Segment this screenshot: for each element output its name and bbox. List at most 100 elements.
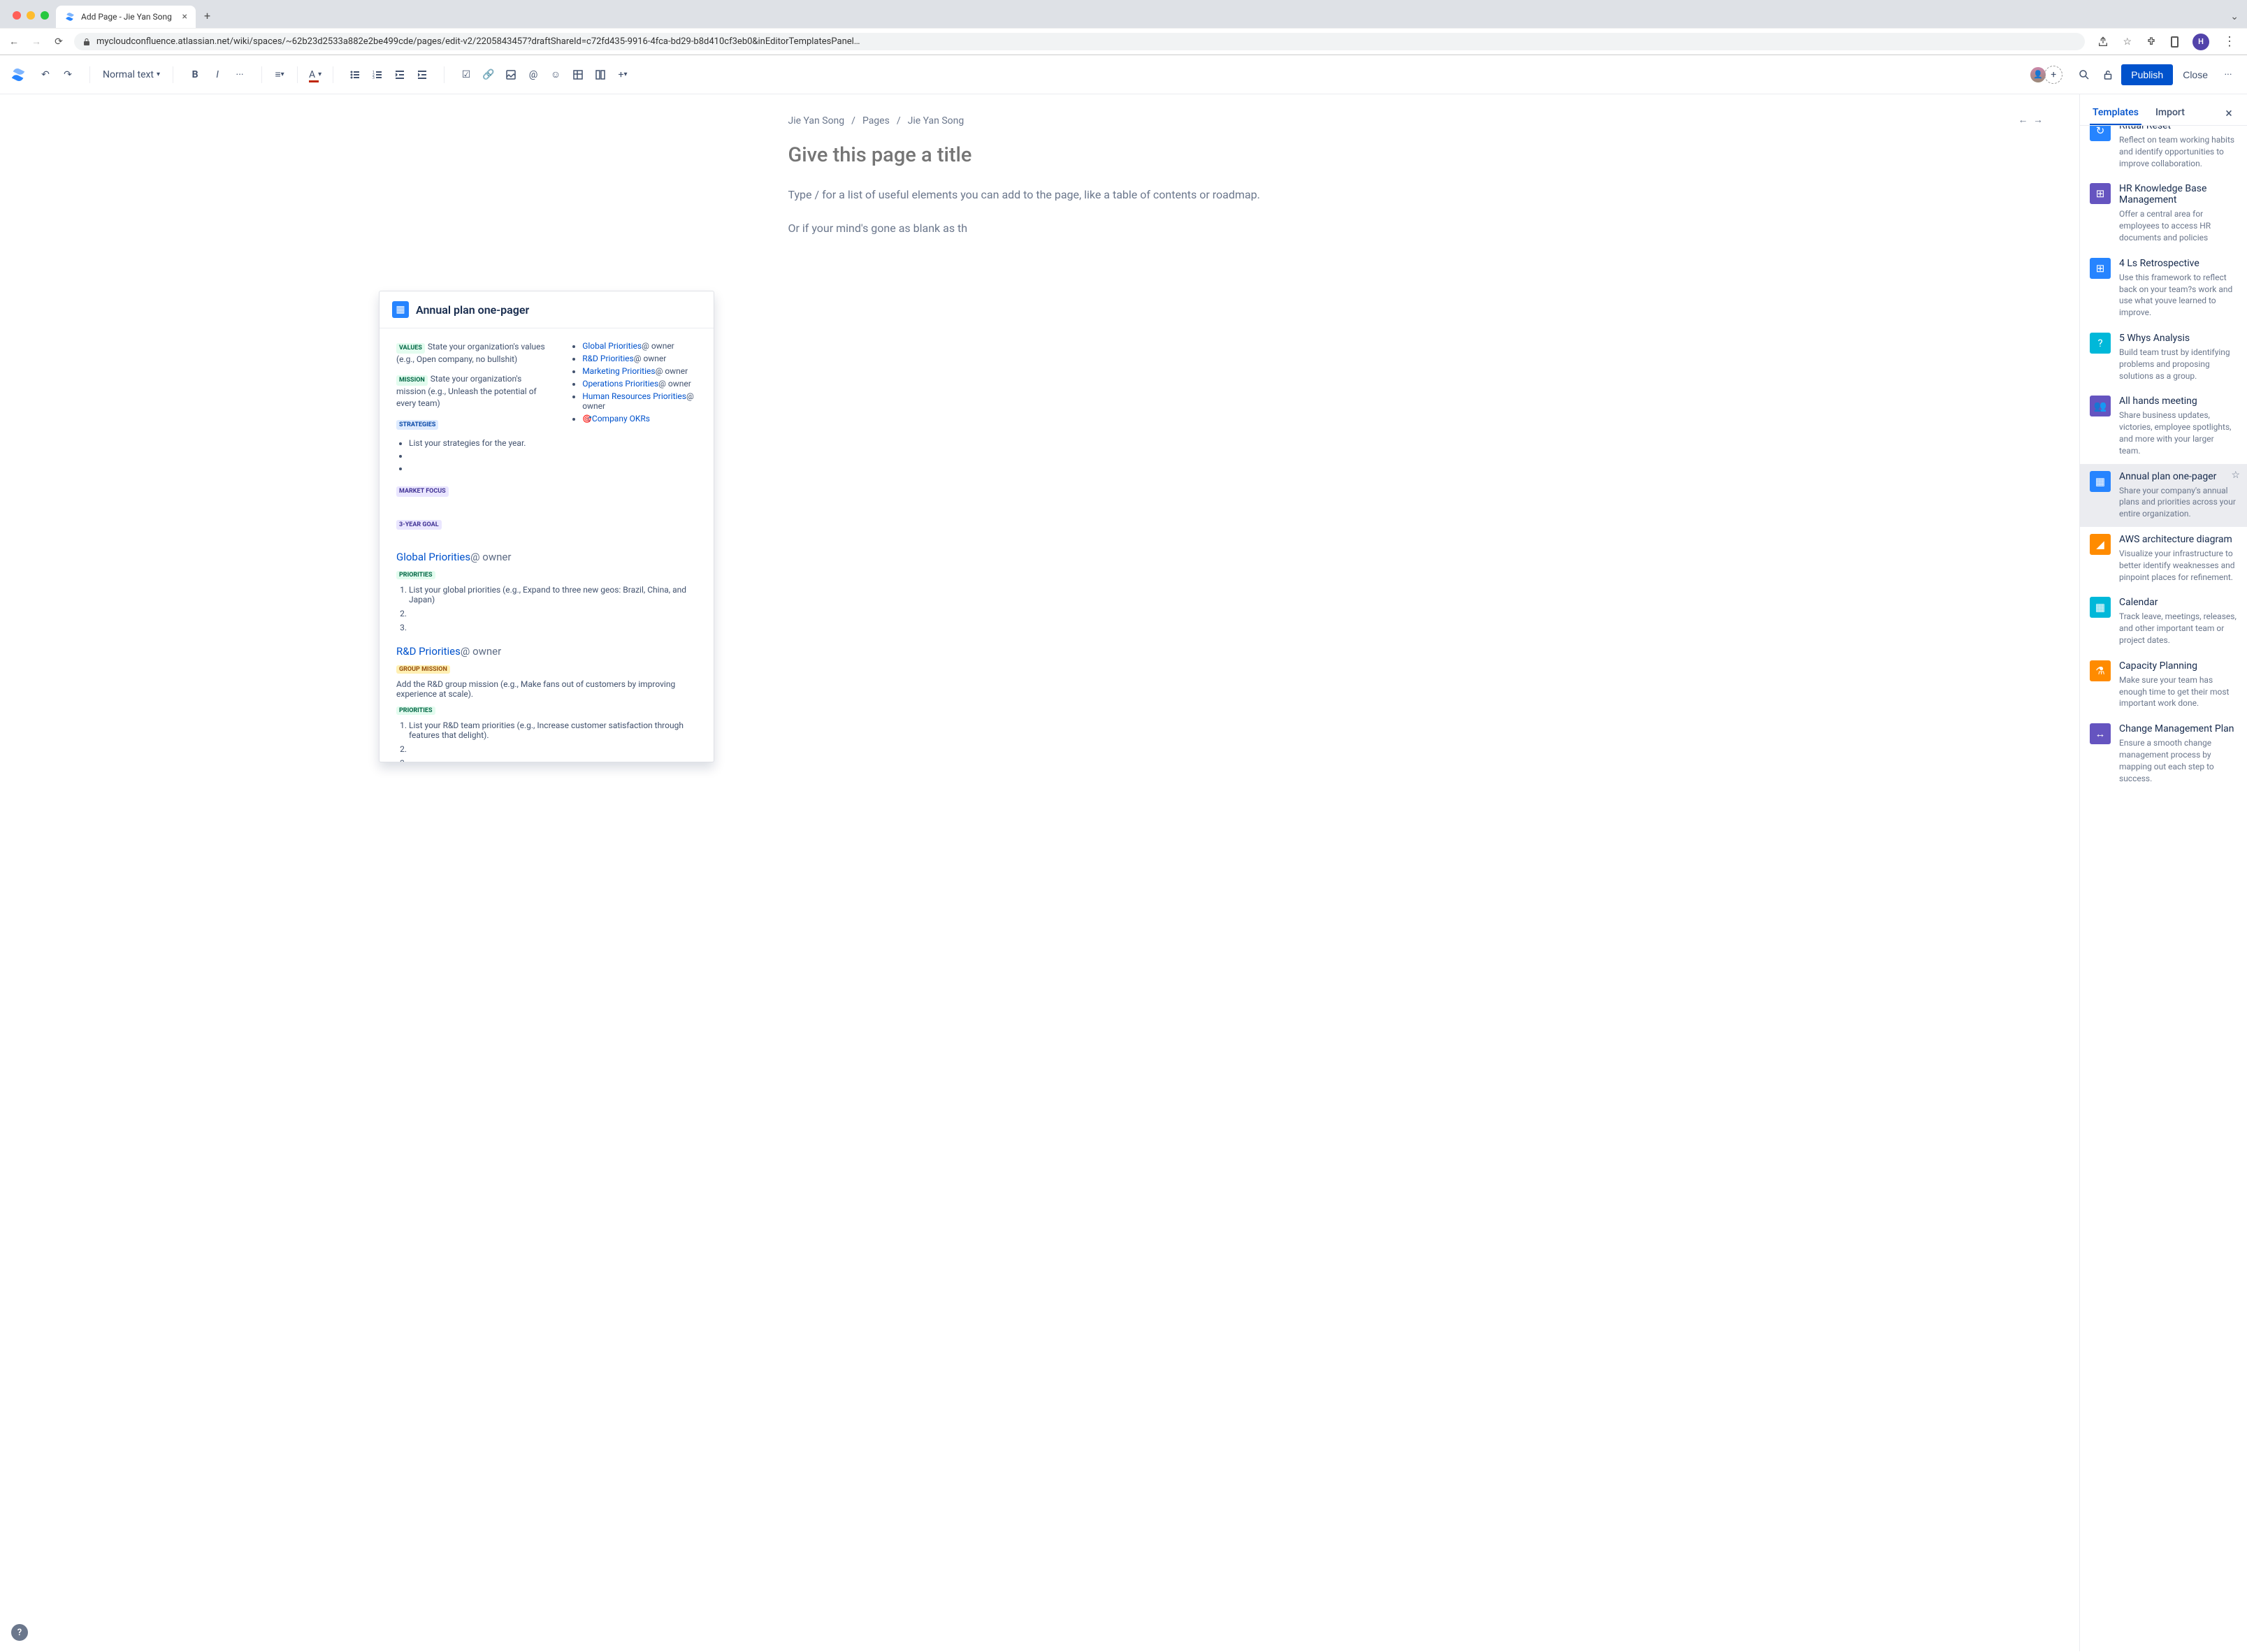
template-title: HR Knowledge Base Management [2119,183,2237,205]
tab-chevron-icon[interactable]: ⌄ [2222,6,2247,28]
template-item[interactable]: ? 5 Whys Analysis Build team trust by id… [2080,326,2247,389]
market-lozenge: MARKET FOCUS [396,486,449,497]
strategies-lozenge: STRATEGIES [396,420,438,430]
insert-more-button[interactable]: + ▾ [612,64,633,85]
lock-icon [82,38,91,46]
numbered-list-button[interactable]: 123 [367,64,388,85]
editor-pane: ← → Jie Yan Song / Pages / Jie Yan Song … [0,94,2079,1651]
breadcrumb-item[interactable]: Pages [862,115,890,126]
preview-link[interactable]: Company OKRs [592,414,650,423]
template-icon: ⊞ [2090,183,2111,204]
template-description: Make sure your team has enough time to g… [2119,674,2237,709]
editor-toolbar: ↶ ↷ Normal text ▾ B I ··· ≡ ▾ A▾ 123 ☑ 🔗… [0,55,2247,94]
page-width-toggle[interactable]: ← → [2018,114,2044,126]
breadcrumb-item[interactable]: Jie Yan Song [788,115,845,126]
template-description: Use this framework to reflect back on yo… [2119,272,2237,319]
layouts-button[interactable] [590,64,611,85]
align-dropdown[interactable]: ≡ ▾ [269,64,290,85]
close-window[interactable] [13,11,21,20]
template-icon: ▦ [2090,597,2111,618]
help-button[interactable]: ? [11,1624,28,1641]
template-item[interactable]: ↻ Ritual Reset Reflect on team working h… [2080,126,2247,176]
preview-link[interactable]: Marketing Priorities [582,366,655,376]
tab-import[interactable]: Import [2153,101,2188,125]
star-icon[interactable]: ☆ [2231,470,2240,481]
bookmark-star-icon[interactable]: ☆ [2123,36,2132,48]
reload-button[interactable]: ⟳ [52,36,66,48]
url-bar[interactable]: mycloudconfluence.atlassian.net/wiki/spa… [74,33,2085,50]
back-button[interactable]: ← [7,36,21,48]
template-description: Reflect on team working habits and ident… [2119,134,2237,169]
action-item-button[interactable]: ☑ [456,64,477,85]
template-item[interactable]: ⊞ HR Knowledge Base Management Offer a c… [2080,176,2247,250]
template-description: Offer a central area for employees to ac… [2119,208,2237,243]
breadcrumb: Jie Yan Song / Pages / Jie Yan Song [788,115,1292,126]
undo-button[interactable]: ↶ [35,64,56,85]
main-area: ← → Jie Yan Song / Pages / Jie Yan Song … [0,94,2247,1651]
window-controls [6,3,56,28]
emoji-button[interactable]: ☺ [545,64,566,85]
bold-button[interactable]: B [185,64,205,85]
template-icon: ↔ [2090,723,2111,744]
text-color-button[interactable]: A▾ [305,64,326,85]
preview-link[interactable]: Global Priorities [582,341,642,351]
redo-button[interactable]: ↷ [57,64,78,85]
template-item[interactable]: ▦ Annual plan one-pager Share your compa… [2080,464,2247,527]
maximize-window[interactable] [41,11,49,20]
profile-avatar[interactable]: H [2192,34,2209,50]
tab-templates[interactable]: Templates [2090,101,2141,125]
chrome-menu-icon[interactable]: ⋮ [2223,34,2236,49]
image-button[interactable] [500,64,521,85]
close-tab-icon[interactable]: × [182,11,187,22]
templates-panel: Templates Import × ↻ Ritual Reset Reflec… [2079,94,2247,1651]
page-title-input[interactable] [788,143,1292,167]
publish-button[interactable]: Publish [2121,64,2173,85]
template-description: Build team trust by identifying problems… [2119,347,2237,382]
template-icon: 👥 [2090,396,2111,416]
confluence-logo-icon[interactable] [8,65,28,85]
table-button[interactable] [568,64,588,85]
template-item[interactable]: ⚗ Capacity Planning Make sure your team … [2080,653,2247,716]
template-item[interactable]: ⊞ 4 Ls Retrospective Use this framework … [2080,251,2247,326]
new-tab-button[interactable]: + [196,3,219,28]
template-item[interactable]: ↔ Change Management Plan Ensure a smooth… [2080,716,2247,791]
indent-button[interactable] [412,64,433,85]
template-icon: ◢ [2090,534,2111,555]
restrictions-button[interactable] [2097,64,2118,85]
side-panel-icon[interactable] [2171,36,2179,48]
template-title: AWS architecture diagram [2119,534,2237,545]
mention-button[interactable]: @ [523,64,544,85]
italic-button[interactable]: I [207,64,228,85]
share-icon[interactable] [2097,36,2109,48]
preview-link[interactable]: R&D Priorities [582,354,634,363]
editor-hint: Or if your mind's gone as blank as th [788,220,1292,237]
template-item[interactable]: ◢ AWS architecture diagram Visualize you… [2080,527,2247,590]
more-formatting-button[interactable]: ··· [229,64,250,85]
bullet-list-button[interactable] [345,64,366,85]
template-icon: ↻ [2090,126,2111,141]
preview-link[interactable]: Human Resources Priorities [582,391,686,401]
browser-actions: ☆ H ⋮ [2093,34,2240,50]
template-item[interactable]: 👥 All hands meeting Share business updat… [2080,389,2247,463]
preview-title: Annual plan one-pager [416,303,529,317]
preview-link[interactable]: Operations Priorities [582,379,658,389]
template-item[interactable]: ▦ Calendar Track leave, meetings, releas… [2080,590,2247,653]
minimize-window[interactable] [27,11,35,20]
more-actions-button[interactable]: ··· [2218,64,2239,85]
close-button[interactable]: Close [2176,64,2215,85]
template-list[interactable]: ↻ Ritual Reset Reflect on team working h… [2080,126,2247,1651]
browser-tab[interactable]: Add Page - Jie Yan Song × [56,6,196,28]
breadcrumb-item[interactable]: Jie Yan Song [908,115,964,126]
template-title: All hands meeting [2119,396,2237,407]
close-panel-button[interactable]: × [2220,105,2237,122]
preview-body: VALUESState your organization's values (… [380,328,714,762]
link-button[interactable]: 🔗 [478,64,499,85]
find-button[interactable] [2074,64,2095,85]
outdent-button[interactable] [389,64,410,85]
template-title: 5 Whys Analysis [2119,333,2237,344]
text-style-dropdown[interactable]: Normal text ▾ [97,66,166,83]
confluence-favicon-icon [64,11,75,22]
extensions-icon[interactable] [2146,36,2157,48]
template-title: Change Management Plan [2119,723,2237,734]
invite-button[interactable]: + [2044,66,2062,84]
